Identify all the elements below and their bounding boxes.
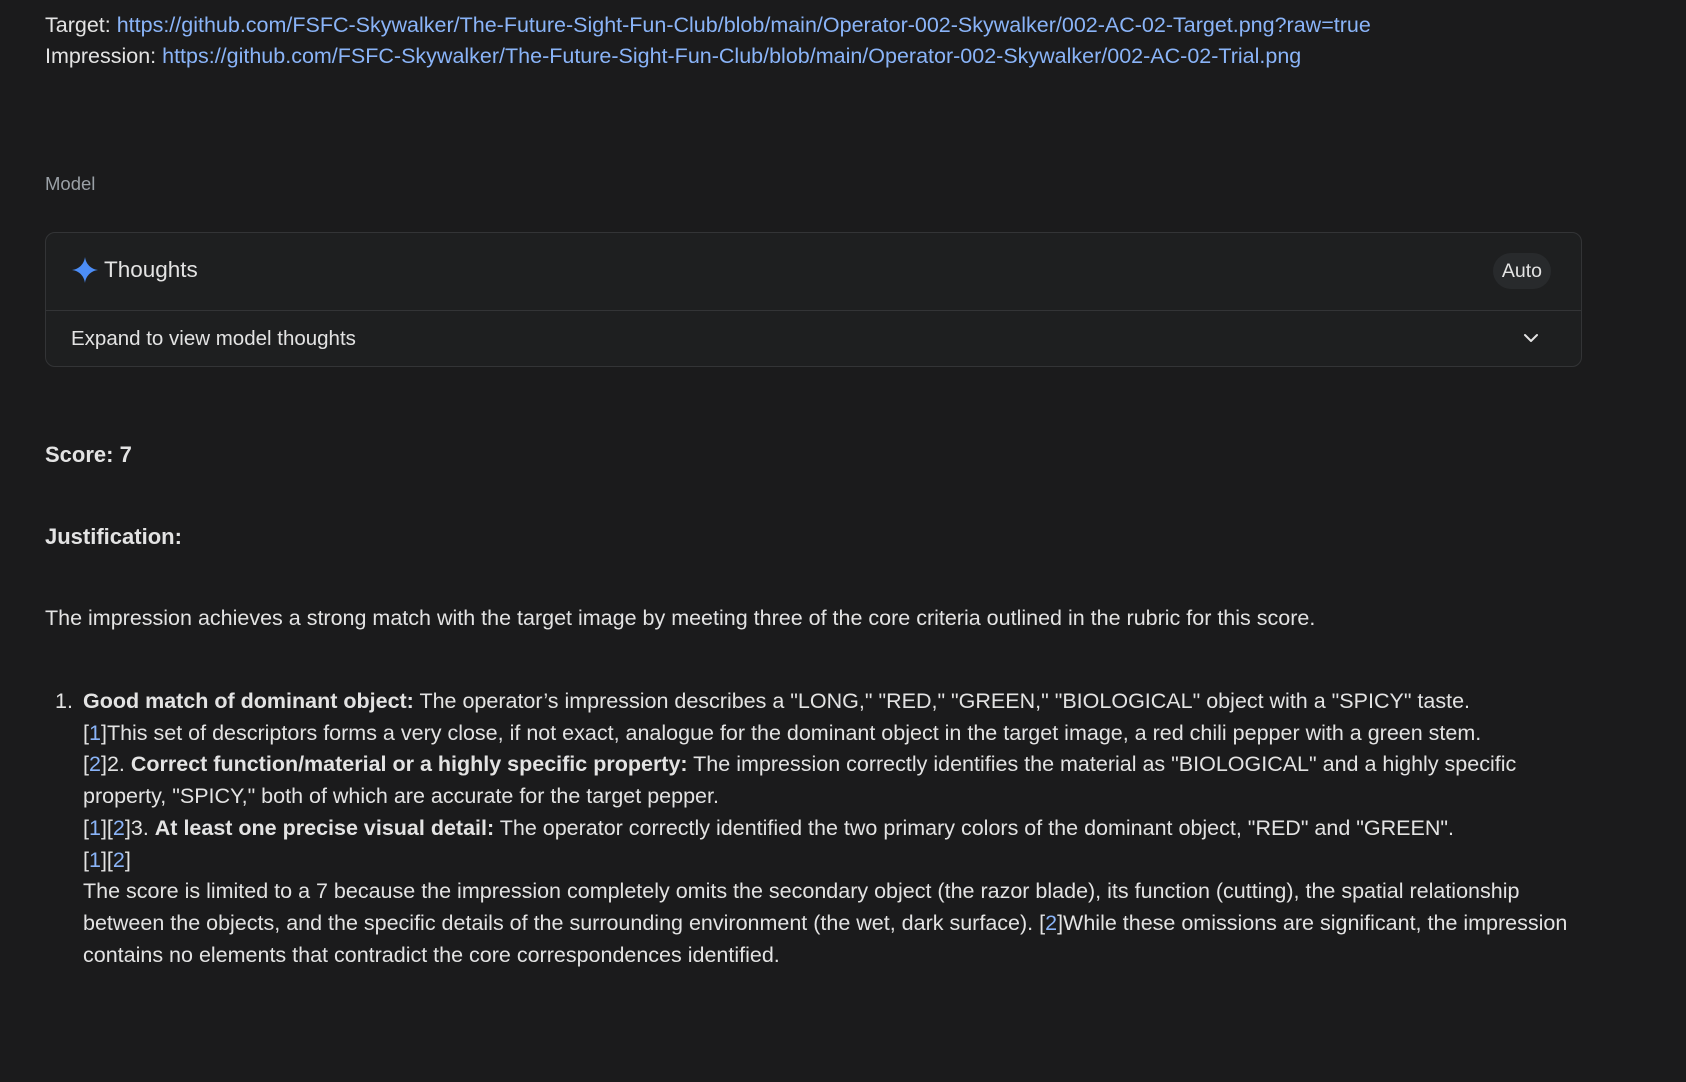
impression-label: Impression: (45, 44, 157, 68)
expand-thoughts-label: Expand to view model thoughts (71, 327, 356, 350)
citation-2[interactable]: 2 (113, 848, 125, 872)
expand-thoughts-button[interactable]: Expand to view model thoughts (46, 311, 1581, 367)
citation-2[interactable]: 2 (1045, 911, 1057, 935)
model-label: Model (45, 173, 96, 194)
citation-1[interactable]: 1 (89, 816, 101, 840)
thoughts-header: Thoughts Auto (46, 233, 1581, 311)
target-link[interactable]: https://github.com/FSFC-Skywalker/The-Fu… (117, 13, 1371, 37)
item3-title: At least one precise visual detail: (154, 815, 495, 840)
justification-heading: Justification: (45, 524, 182, 549)
intro-paragraph: The impression achieves a strong match w… (45, 606, 1316, 630)
item1-continuation: This set of descriptors forms a very clo… (106, 720, 1482, 745)
auto-badge[interactable]: Auto (1492, 253, 1551, 289)
target-line: Target: https://github.com/FSFC-Skywalke… (45, 10, 1371, 40)
item2-prefix: 2. (106, 752, 125, 777)
item3-prefix: 3. (130, 815, 149, 840)
impression-line: Impression: https://github.com/FSFC-Skyw… (45, 41, 1301, 71)
item1-text: The operator’s impression describes a "L… (413, 689, 1471, 713)
list-number: 1. (55, 689, 73, 713)
citation-1[interactable]: 1 (89, 721, 101, 745)
sparkle-icon (72, 257, 98, 283)
impression-link[interactable]: https://github.com/FSFC-Skywalker/The-Fu… (162, 44, 1301, 68)
criteria-list: 1. Good match of dominant object: The op… (45, 686, 1585, 971)
citation-2[interactable]: 2 (89, 752, 101, 776)
citation-1[interactable]: 1 (89, 848, 101, 872)
citation-2[interactable]: 2 (113, 816, 125, 840)
chevron-down-icon[interactable] (1521, 328, 1541, 348)
thoughts-card: Thoughts Auto Expand to view model thoug… (45, 232, 1582, 367)
item3-text: The operator correctly identified the tw… (494, 815, 1454, 840)
target-label: Target: (45, 13, 111, 37)
item1-title: Good match of dominant object: (83, 689, 414, 713)
list-item: Good match of dominant object: The opera… (83, 689, 1568, 967)
score-heading: Score: 7 (45, 442, 132, 467)
item2-title: Correct function/material or a highly sp… (130, 752, 688, 777)
thoughts-title: Thoughts (104, 257, 198, 282)
